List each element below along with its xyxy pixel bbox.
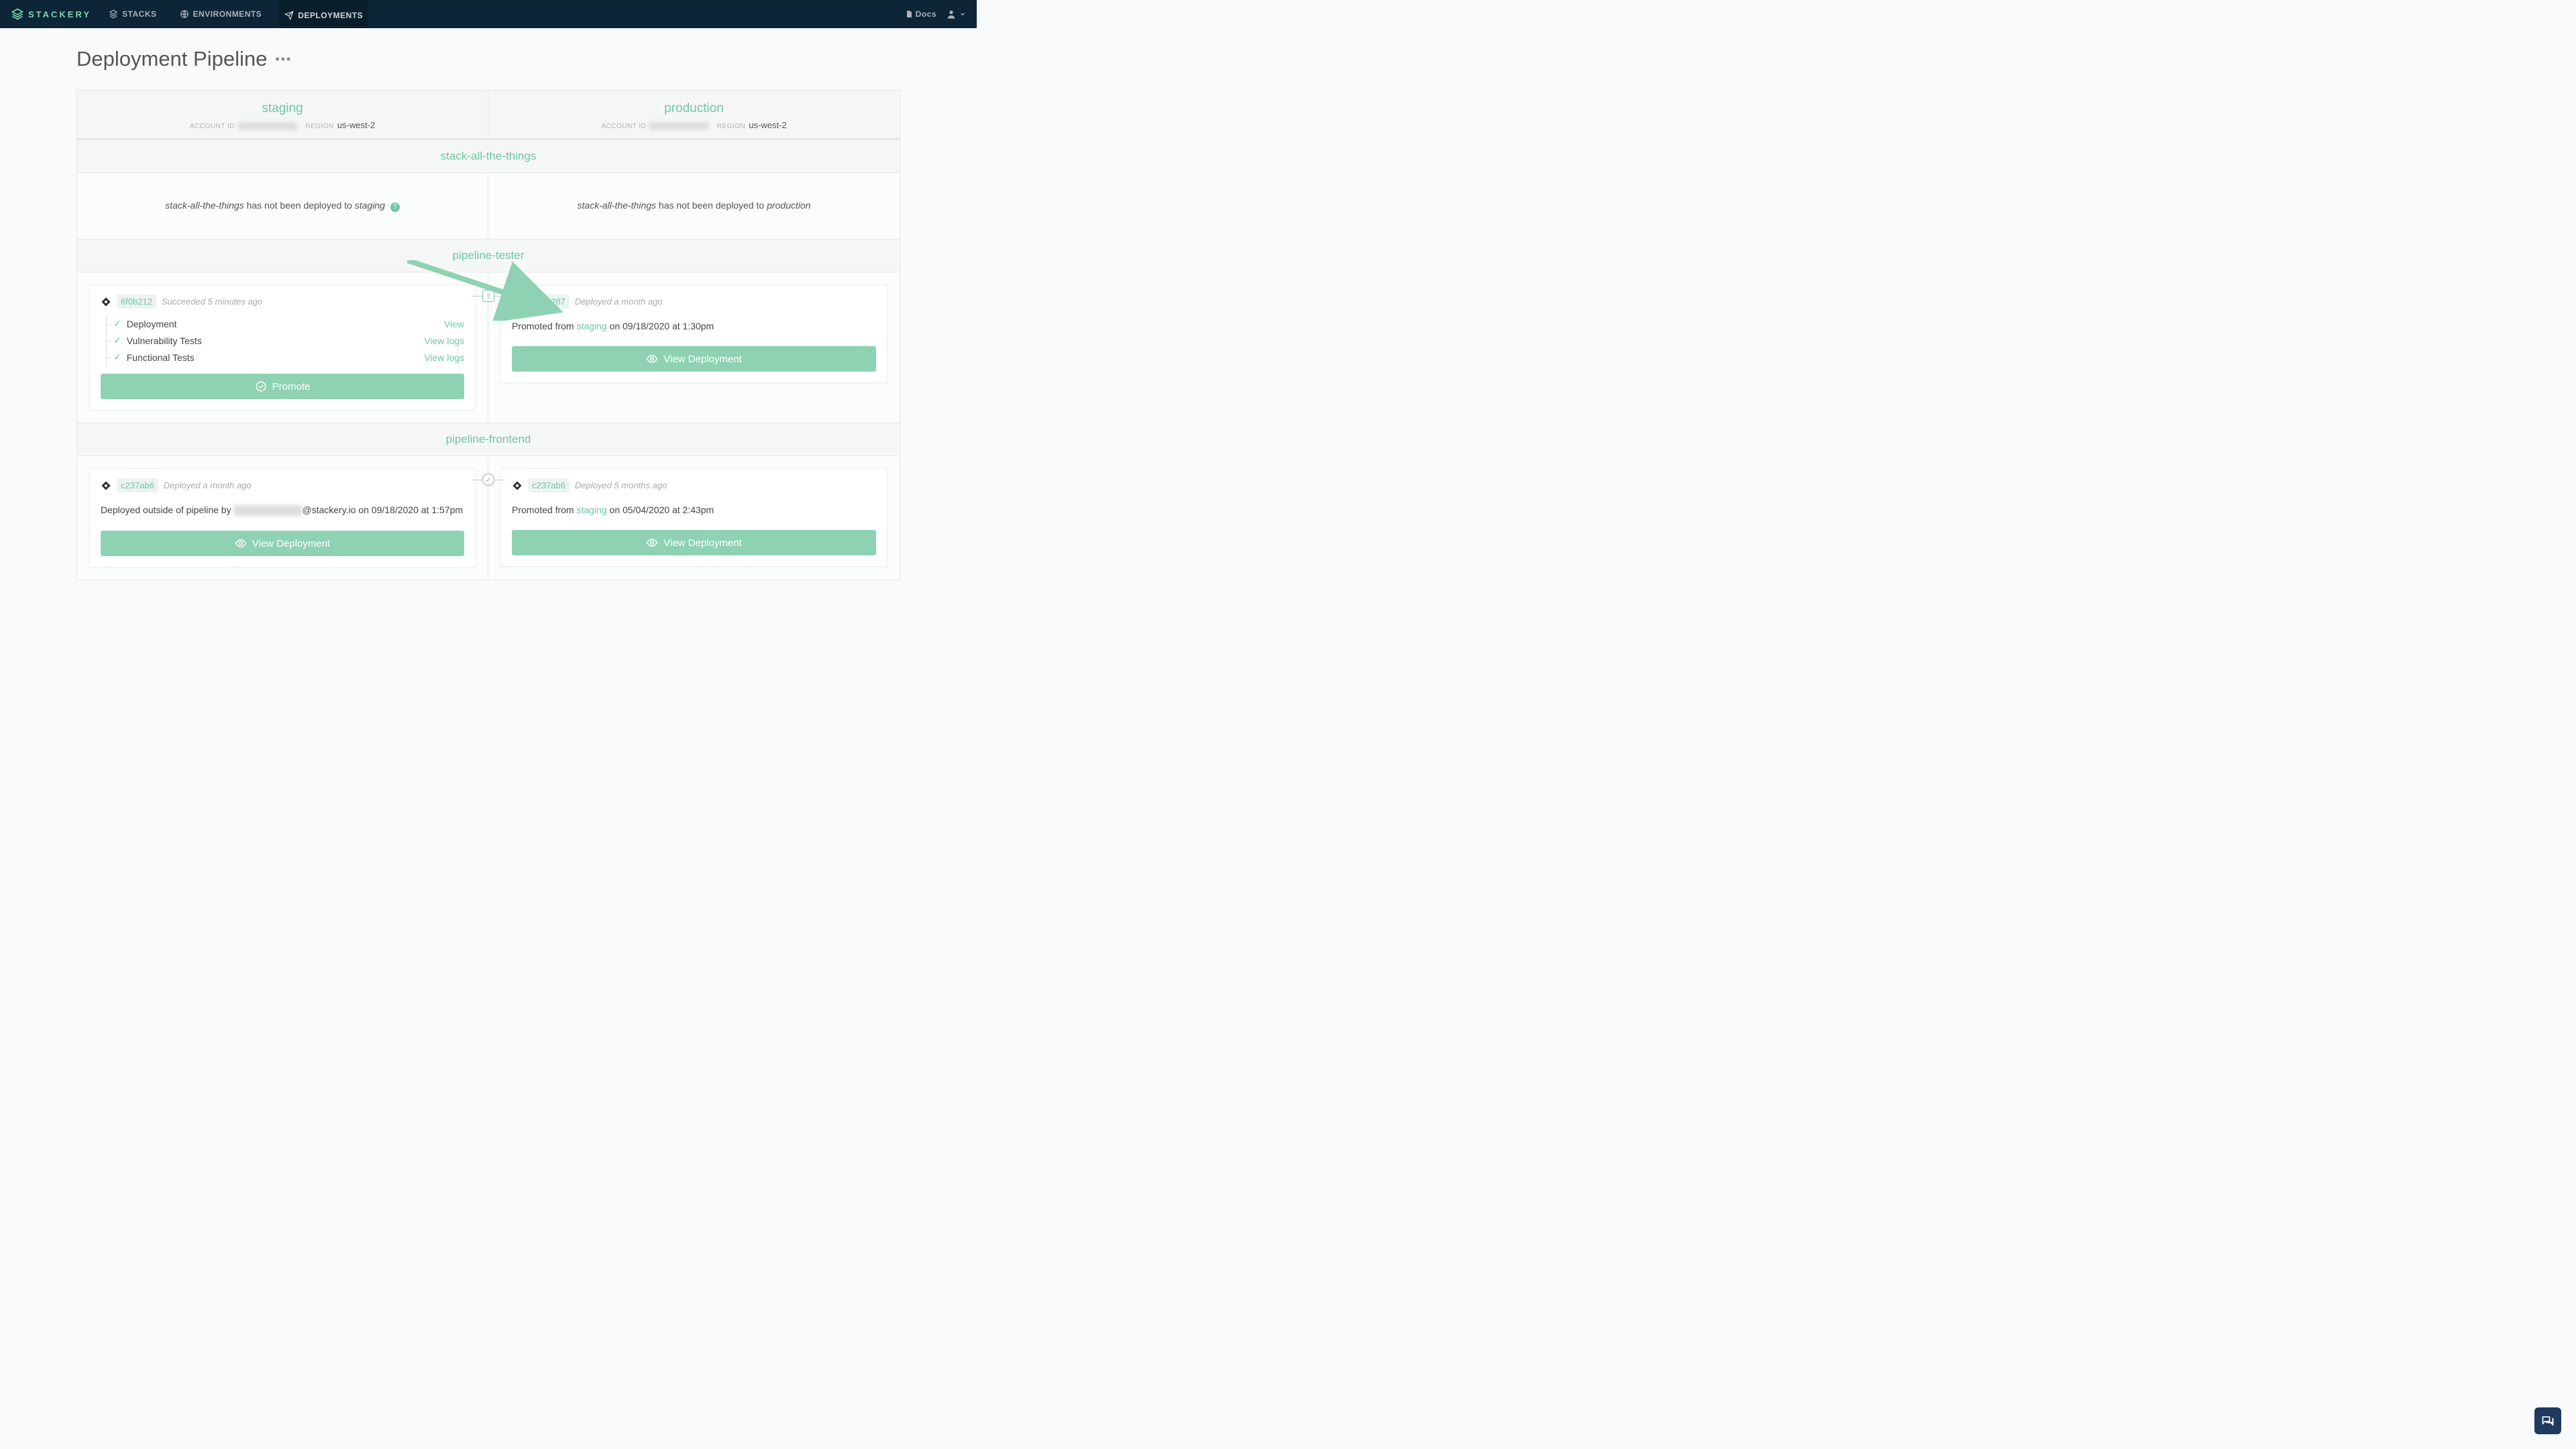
deploy-message: Deployed outside of pipeline by xxxxx xx…	[101, 504, 464, 516]
git-commit-icon	[512, 480, 523, 491]
nav-deployments-label: DEPLOYMENTS	[298, 11, 363, 20]
chat-widget-button[interactable]	[2534, 1407, 2561, 1434]
paper-plane-icon	[284, 11, 294, 20]
deployment-card: 6f0b212 Succeeded 5 minutes ago ✓ Deploy…	[89, 284, 476, 411]
page-title-text: Deployment Pipeline	[76, 47, 267, 71]
git-commit-icon	[101, 297, 111, 307]
env-region-staging: us-west-2	[337, 120, 375, 130]
env-headers: staging ACCOUNT ID XXXXXXXXXXXX REGION u…	[76, 90, 900, 140]
chevron-down-icon	[959, 11, 966, 17]
promote-connector-icon[interactable]: ⇪	[482, 290, 494, 302]
nav-user-menu[interactable]	[946, 9, 966, 19]
page-menu-dots-icon[interactable]: •••	[275, 52, 292, 66]
deploy-message: Promoted from staging on 05/04/2020 at 2…	[512, 504, 876, 515]
deploy-status: Succeeded 5 minutes ago	[162, 297, 262, 307]
deploy-status: Deployed 5 months ago	[575, 480, 667, 490]
step-action-link[interactable]: View logs	[424, 352, 464, 363]
step-label: Deployment	[127, 319, 177, 329]
deploy-status: Deployed a month ago	[575, 297, 663, 307]
nav-environments-label: ENVIRONMENTS	[193, 9, 262, 19]
stack-title[interactable]: pipeline-tester	[76, 239, 900, 272]
env-header-production: production ACCOUNT ID XXXXXXXXXXXX REGIO…	[488, 91, 900, 140]
chat-icon	[2541, 1414, 2555, 1428]
page-title: Deployment Pipeline •••	[76, 47, 900, 71]
check-icon: ✓	[113, 318, 121, 329]
git-commit-icon	[512, 297, 523, 307]
commit-hash[interactable]: c237ab6	[117, 478, 158, 492]
nav-stacks-label: STACKS	[122, 9, 156, 19]
nav-environments[interactable]: ENVIRONMENTS	[174, 0, 268, 28]
commit-hash[interactable]: 0ec8287	[528, 294, 570, 309]
env-region-production: us-west-2	[749, 120, 786, 130]
view-deployment-button[interactable]: View Deployment	[512, 530, 876, 555]
env-account-staging: XXXXXXXXXXXX	[238, 122, 297, 130]
stack-title[interactable]: stack-all-the-things	[76, 140, 900, 173]
deploy-message: Promoted from staging on 09/18/2020 at 1…	[512, 321, 876, 331]
empty-deploy-msg-production: stack-all-the-things has not been deploy…	[500, 185, 888, 225]
help-icon[interactable]: ?	[390, 203, 400, 212]
env-link[interactable]: staging	[576, 504, 606, 515]
stackery-logo-icon	[11, 7, 24, 21]
env-region-label: REGION	[305, 123, 333, 130]
commit-hash[interactable]: 6f0b212	[117, 294, 156, 309]
view-deployment-button[interactable]: View Deployment	[101, 531, 464, 556]
nav-deployments[interactable]: DEPLOYMENTS	[279, 0, 368, 28]
globe-icon	[180, 9, 189, 19]
brand-logo[interactable]: STACKERY	[11, 7, 91, 21]
brand-text: STACKERY	[28, 9, 91, 19]
step-row: ✓ Functional Tests View logs	[107, 349, 464, 366]
env-link[interactable]: staging	[576, 321, 606, 331]
document-icon	[905, 10, 913, 18]
nav-docs[interactable]: Docs	[905, 9, 936, 19]
deployment-card: 0ec8287 Deployed a month ago Promoted fr…	[500, 284, 888, 383]
env-account-label: ACCOUNT ID	[601, 123, 646, 130]
step-label: Functional Tests	[127, 352, 195, 363]
check-circle-icon	[255, 380, 267, 392]
deploy-status: Deployed a month ago	[164, 480, 252, 490]
env-account-production: XXXXXXXXXXXX	[649, 122, 708, 130]
stack-title[interactable]: pipeline-frontend	[76, 423, 900, 456]
nav-stacks[interactable]: STACKS	[103, 0, 162, 28]
step-row: ✓ Vulnerability Tests View logs	[107, 332, 464, 349]
check-icon: ✓	[113, 335, 121, 346]
commit-hash[interactable]: c237ab6	[528, 478, 570, 492]
view-deployment-button[interactable]: View Deployment	[512, 346, 876, 372]
topnav: STACKERY STACKS ENVIRONMENTS DEPLOYMENTS…	[0, 0, 977, 28]
step-label: Vulnerability Tests	[127, 335, 202, 346]
env-region-label: REGION	[717, 123, 745, 130]
env-name-staging[interactable]: staging	[77, 101, 488, 116]
layers-icon	[109, 9, 118, 19]
pipeline-connector: ⇪	[480, 290, 497, 302]
pipeline-connector: ✓	[480, 474, 497, 486]
step-action-link[interactable]: View logs	[424, 335, 464, 346]
synced-connector-icon: ✓	[482, 474, 494, 486]
deployment-card: c237ab6 Deployed a month ago Deployed ou…	[89, 468, 476, 568]
env-header-staging: staging ACCOUNT ID XXXXXXXXXXXX REGION u…	[77, 91, 488, 140]
check-icon: ✓	[113, 352, 121, 363]
deployment-card: c237ab6 Deployed 5 months ago Promoted f…	[500, 468, 888, 567]
promote-button[interactable]: Promote	[101, 374, 464, 399]
env-name-production[interactable]: production	[488, 101, 900, 116]
empty-deploy-msg-staging: stack-all-the-things has not been deploy…	[89, 185, 476, 227]
user-email-redacted: xxxxx xxxxxxxxx	[233, 505, 302, 516]
user-icon	[946, 9, 957, 19]
env-account-label: ACCOUNT ID	[190, 123, 235, 130]
eye-icon	[646, 537, 658, 549]
step-row: ✓ Deployment View	[107, 315, 464, 332]
eye-icon	[646, 353, 658, 365]
nav-docs-label: Docs	[916, 9, 936, 19]
step-action-link[interactable]: View	[444, 319, 464, 329]
eye-icon	[235, 537, 247, 549]
git-commit-icon	[101, 480, 111, 491]
